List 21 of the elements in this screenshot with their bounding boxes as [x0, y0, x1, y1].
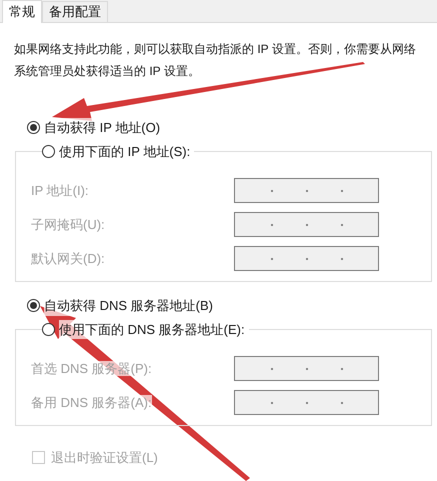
- radio-label: 自动获得 IP 地址(O): [44, 118, 160, 138]
- radio-button[interactable]: [27, 299, 40, 312]
- ip-address-field[interactable]: [234, 356, 379, 381]
- ip-address-field[interactable]: [234, 246, 379, 271]
- field-label: IP 地址(I):: [31, 182, 89, 198]
- field-label: 默认网关(D):: [31, 250, 105, 266]
- radio-button[interactable]: [42, 322, 55, 336]
- tab[interactable]: 常规: [2, 0, 42, 23]
- field-label: 首选 DNS 服务器(P):: [31, 360, 152, 376]
- tab[interactable]: 备用配置: [42, 1, 108, 22]
- ip-address-field[interactable]: [234, 212, 379, 237]
- field-label: 备用 DNS 服务器(A):: [31, 394, 152, 410]
- radio-button[interactable]: [42, 144, 55, 158]
- radio-label: 使用下面的 DNS 服务器地址(E):: [59, 320, 245, 339]
- ip-address-field[interactable]: [234, 390, 379, 415]
- description-text: 如果网络支持此功能，则可以获取自动指派的 IP 设置。否则，你需要从网络系统管理员处获得适当的 IP 设置。: [14, 41, 417, 80]
- radio-button[interactable]: [27, 121, 40, 134]
- checkbox-label: 退出时验证设置(L): [51, 449, 158, 467]
- field-label: 子网掩码(U):: [31, 216, 105, 232]
- radio-label: 自动获得 DNS 服务器地址(B): [44, 296, 213, 316]
- ip-address-field[interactable]: [234, 178, 379, 203]
